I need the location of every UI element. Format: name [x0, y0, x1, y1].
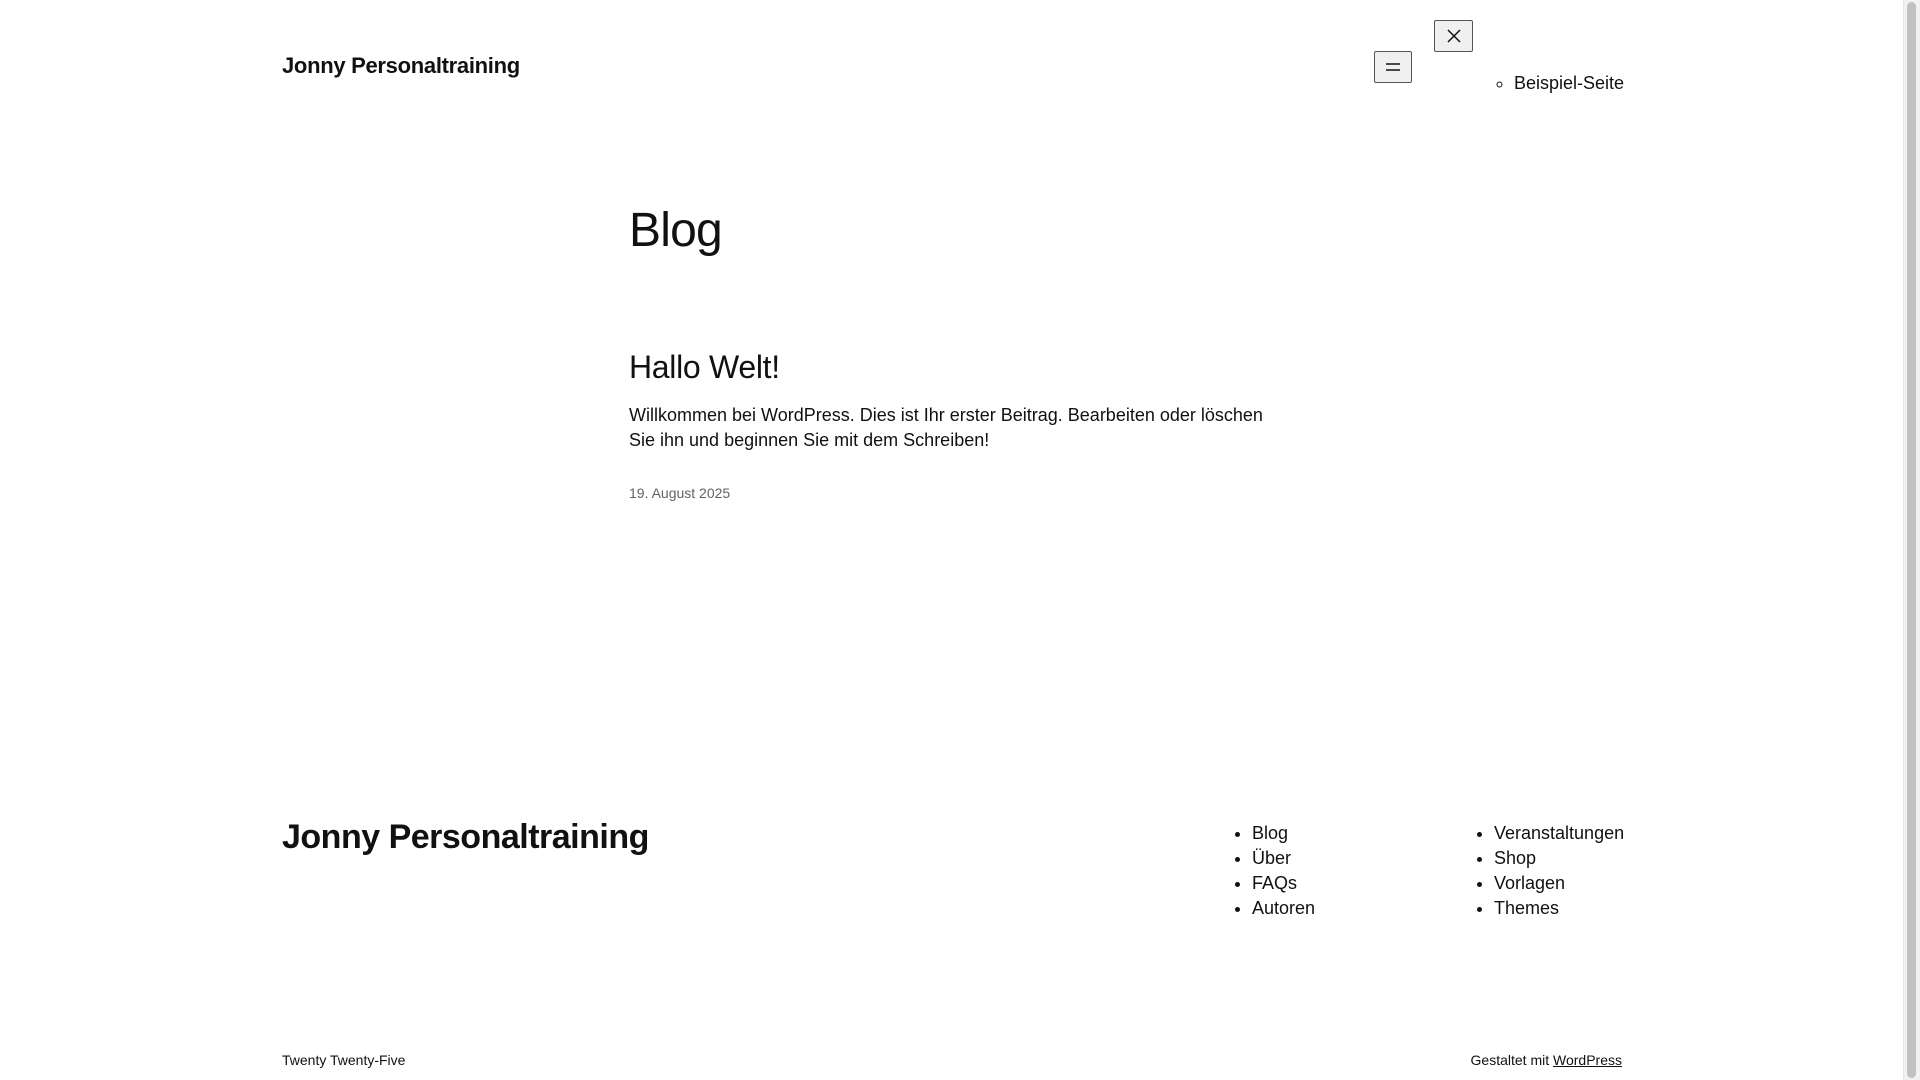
- footer-link-autoren[interactable]: Autoren: [1252, 898, 1315, 918]
- vertical-scrollbar[interactable]: [1903, 0, 1920, 1080]
- post-date[interactable]: 19. August 2025: [629, 485, 730, 501]
- page-title: Blog: [629, 204, 723, 257]
- footer-menu-item: Über: [1252, 846, 1315, 871]
- footer-menu-item: Vorlagen: [1494, 871, 1624, 896]
- wordpress-link[interactable]: WordPress: [1553, 1052, 1622, 1068]
- footer-link-faqs[interactable]: FAQs: [1252, 873, 1297, 893]
- menu-open-button[interactable]: [1374, 51, 1412, 83]
- menu-close-button[interactable]: [1434, 20, 1473, 52]
- footer-menu-1: Blog Über FAQs Autoren: [1233, 821, 1315, 921]
- footer-menu-item: Veranstaltungen: [1494, 821, 1624, 846]
- post-excerpt: Willkommen bei WordPress. Dies ist Ihr e…: [629, 405, 1263, 450]
- footer-site-title[interactable]: Jonny Personaltraining: [282, 818, 649, 857]
- footer-link-shop[interactable]: Shop: [1494, 848, 1536, 868]
- page: Jonny Personaltraining Beispiel-Seite Bl…: [0, 0, 1904, 1080]
- footer-menu-item: Themes: [1494, 896, 1624, 921]
- footer-menu-item: Blog: [1252, 821, 1315, 846]
- nav-link-beispiel-seite[interactable]: Beispiel-Seite: [1514, 73, 1624, 93]
- hamburger-menu-icon: [1386, 63, 1400, 71]
- footer-menu-item: FAQs: [1252, 871, 1315, 896]
- nav-item-beispiel-seite: Beispiel-Seite: [1514, 72, 1624, 95]
- footer-link-themes[interactable]: Themes: [1494, 898, 1559, 918]
- primary-navigation: Beispiel-Seite: [1496, 72, 1624, 95]
- footer-link-veranstaltungen[interactable]: Veranstaltungen: [1494, 823, 1624, 843]
- post-title-link[interactable]: Hallo Welt!: [629, 347, 780, 387]
- scrollbar-thumb[interactable]: [1907, 2, 1916, 1078]
- site-title-link[interactable]: Jonny Personaltraining: [282, 53, 520, 79]
- footer-menu-item: Autoren: [1252, 896, 1315, 921]
- footer-theme-name: Twenty Twenty-Five: [282, 1052, 406, 1068]
- footer-link-ueber[interactable]: Über: [1252, 848, 1291, 868]
- footer-credit-prefix: Gestaltet mit: [1470, 1052, 1550, 1068]
- close-icon: [1446, 29, 1461, 43]
- footer-credit: Gestaltet mit WordPress: [1471, 1052, 1622, 1068]
- footer-link-blog[interactable]: Blog: [1252, 823, 1288, 843]
- footer-menu-item: Shop: [1494, 846, 1624, 871]
- footer-link-vorlagen[interactable]: Vorlagen: [1494, 873, 1565, 893]
- footer-menu-2: Veranstaltungen Shop Vorlagen Themes: [1475, 821, 1624, 921]
